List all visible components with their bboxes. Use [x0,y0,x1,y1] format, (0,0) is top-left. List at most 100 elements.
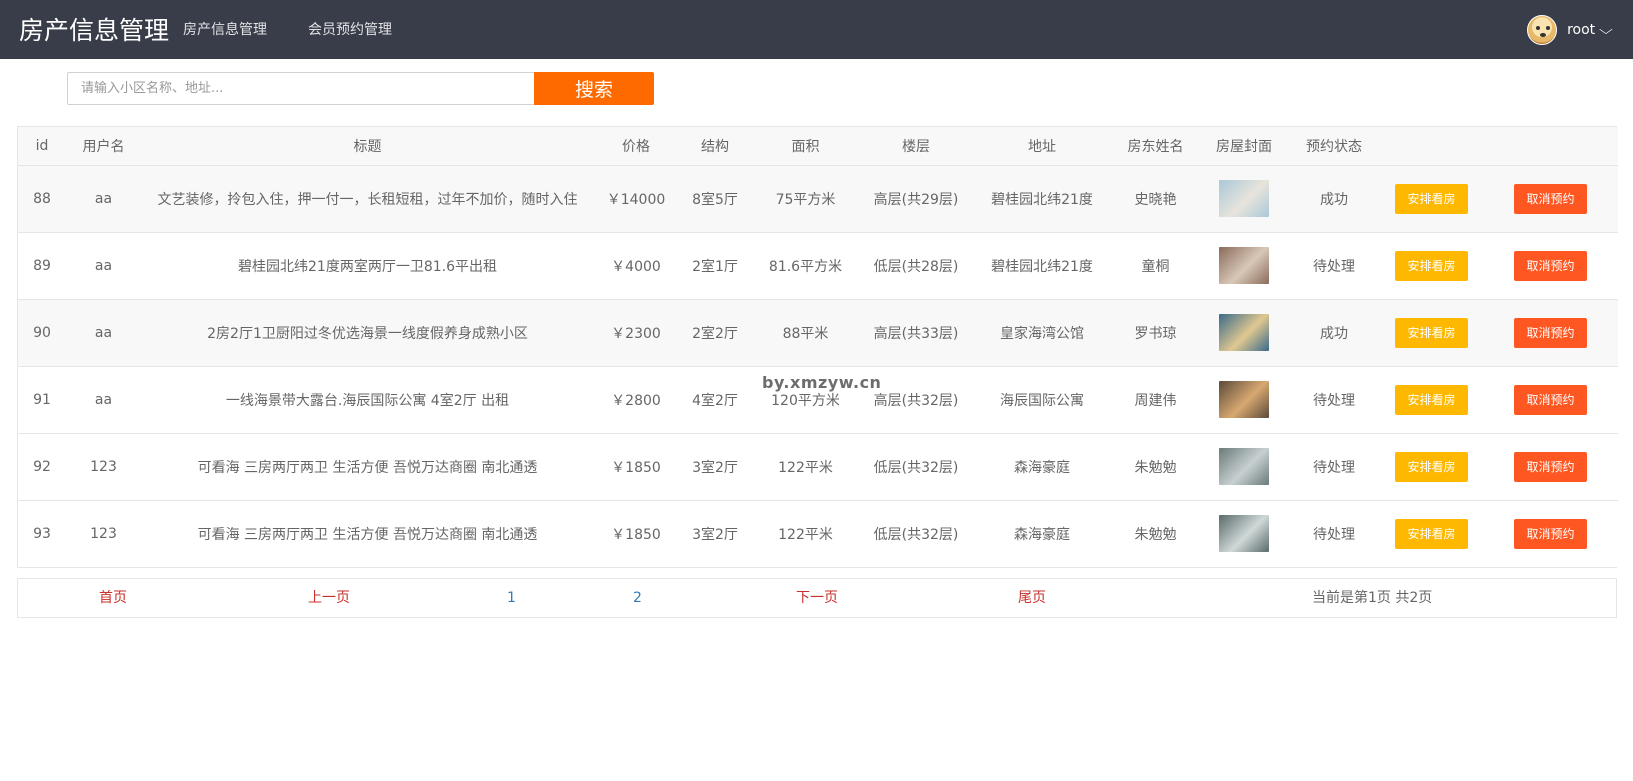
cell-title: 可看海 三房两厅两卫 生活方便 吾悦万达商圈 南北通透 [197,526,538,543]
page-number-link[interactable]: 2 [633,579,642,617]
cancel-reservation-button[interactable]: 取消预约 [1514,384,1587,415]
cell-cover [1200,165,1288,232]
cell-id: 90 [33,324,51,341]
cancel-reservation-button[interactable]: 取消预约 [1514,183,1587,214]
cell-floor: 低层(共32层) [873,526,959,543]
cell-landlord: 史晓艳 [1134,191,1177,208]
table-row: 88 aa 文艺装修，拎包入住，押一付一，长租短租，过年不加价，随时入住 ￥14000… [18,165,1618,232]
house-cover-image[interactable] [1219,448,1269,485]
cell-cover [1200,500,1288,567]
cell-arrange-action: 安排看房 [1380,500,1483,567]
cell-id: 88 [33,190,51,207]
arrange-viewing-button[interactable]: 安排看房 [1395,518,1468,549]
cell-area: 122平米 [778,459,833,476]
column-header: 楼层 [902,138,930,155]
cell-id: 89 [33,257,51,274]
cell-landlord: 周建伟 [1134,392,1177,409]
house-cover-image[interactable] [1219,515,1269,553]
arrange-viewing-button[interactable]: 安排看房 [1395,250,1468,281]
cell-address: 森海豪庭 [1014,459,1070,476]
search-button[interactable]: 搜索 [534,72,654,105]
cell-arrange-action: 安排看房 [1380,366,1483,433]
house-cover-image[interactable] [1219,247,1269,284]
cell-area: 88平米 [782,325,829,342]
column-header: 结构 [701,138,729,155]
cell-address: 碧桂园北纬21度 [991,258,1093,275]
column-header: 面积 [791,138,820,155]
cell-status: 成功 [1320,191,1348,208]
column-header: 用户名 [82,138,125,155]
nav-house-info[interactable]: 房产信息管理 [183,20,267,40]
cell-title: 可看海 三房两厅两卫 生活方便 吾悦万达商圈 南北通透 [197,459,538,476]
cell-cover [1200,299,1288,366]
cell-status: 待处理 [1313,526,1355,543]
arrange-viewing-button[interactable]: 安排看房 [1395,451,1468,482]
cell-status: 待处理 [1313,459,1355,476]
pagination: 首页 上一页 1 2 下一页 尾页 当前是第1页 共2页 [17,578,1617,618]
cell-status: 待处理 [1313,392,1355,409]
cell-landlord: 朱勉勉 [1134,526,1177,543]
column-header: 房东姓名 [1127,138,1184,155]
cell-price: ￥4000 [611,258,661,275]
house-cover-image[interactable] [1219,314,1269,351]
cell-floor: 低层(共32层) [873,459,959,476]
top-header: 房产信息管理 房产信息管理 会员预约管理 root ⌵ [0,0,1633,59]
search-input[interactable] [67,72,534,105]
column-header: 房屋封面 [1216,138,1272,155]
cell-address: 海辰国际公寓 [1000,392,1084,409]
cell-username: aa [94,257,113,274]
cell-structure: 3室2厅 [692,459,738,476]
cell-landlord: 朱勉勉 [1134,459,1177,476]
cancel-reservation-button[interactable]: 取消预约 [1514,451,1587,482]
cell-cancel-action: 取消预约 [1483,433,1618,500]
page-number-link[interactable]: 1 [507,579,516,617]
arrange-viewing-button[interactable]: 安排看房 [1395,183,1468,214]
cell-address: 皇家海湾公馆 [1000,325,1084,342]
cell-structure: 4室2厅 [692,392,738,409]
column-header [1483,127,1618,165]
cell-address: 碧桂园北纬21度 [991,191,1093,208]
cell-title: 一线海景带大露台.海辰国际公寓 4室2厅 出租 [225,392,510,409]
house-cover-image[interactable] [1219,381,1269,418]
page-next-link[interactable]: 下一页 [796,579,838,617]
cell-title: 文艺装修，拎包入住，押一付一，长租短租，过年不加价，随时入住 [157,191,578,208]
table-row: 93 123 可看海 三房两厅两卫 生活方便 吾悦万达商圈 南北通透 ￥1850 3室2… [18,500,1618,567]
cell-username: aa [94,324,113,341]
cell-structure: 2室1厅 [692,258,738,275]
avatar[interactable] [1527,15,1558,45]
column-header [1380,127,1483,165]
table-row: 90 aa 2房2厅1卫厨阳过冬优选海景一线度假养身成熟小区 ￥2300 2室2厅 88平… [18,299,1618,366]
chevron-down-icon[interactable]: ⌵ [1599,23,1613,38]
watermark-text: by.xmzyw.cn [762,373,882,392]
cancel-reservation-button[interactable]: 取消预约 [1514,317,1587,348]
cell-cancel-action: 取消预约 [1483,366,1618,433]
cell-id: 92 [33,458,51,475]
arrange-viewing-button[interactable]: 安排看房 [1395,317,1468,348]
cell-title: 碧桂园北纬21度两室两厅一卫81.6平出租 [238,258,497,275]
cell-area: 81.6平方米 [768,258,843,275]
nav-member-reservations[interactable]: 会员预约管理 [308,20,392,40]
cell-username: aa [94,190,113,207]
user-menu[interactable]: root ⌵ [1527,14,1613,46]
table-row: 89 aa 碧桂园北纬21度两室两厅一卫81.6平出租 ￥4000 2室1厅 81.6平方… [18,232,1618,299]
cell-username: 123 [90,458,117,475]
username[interactable]: root [1567,22,1595,38]
house-cover-image[interactable] [1219,180,1269,217]
cell-structure: 3室2厅 [692,526,738,543]
page-first-link[interactable]: 首页 [99,579,127,617]
table-body: 88 aa 文艺装修，拎包入住，押一付一，长租短租，过年不加价，随时入住 ￥14000… [18,165,1618,567]
cell-arrange-action: 安排看房 [1380,433,1483,500]
page-prev-link[interactable]: 上一页 [308,579,350,617]
arrange-viewing-button[interactable]: 安排看房 [1395,384,1468,415]
column-header: 标题 [353,138,382,155]
column-header: 地址 [1028,138,1056,155]
search-bar: 搜索 [67,72,654,105]
page-last-link[interactable]: 尾页 [1018,579,1046,617]
cell-title: 2房2厅1卫厨阳过冬优选海景一线度假养身成熟小区 [207,325,528,342]
cancel-reservation-button[interactable]: 取消预约 [1514,518,1587,549]
cancel-reservation-button[interactable]: 取消预约 [1514,250,1587,281]
column-header: id [35,137,49,154]
reservation-table: id 用户名 标题 价格 结构 面积 楼层 地址 房东姓名 房屋封面 预约状态 88 aa 文艺装修，拎… [17,126,1618,568]
cell-structure: 8室5厅 [692,191,738,208]
cell-floor: 低层(共28层) [873,258,959,275]
